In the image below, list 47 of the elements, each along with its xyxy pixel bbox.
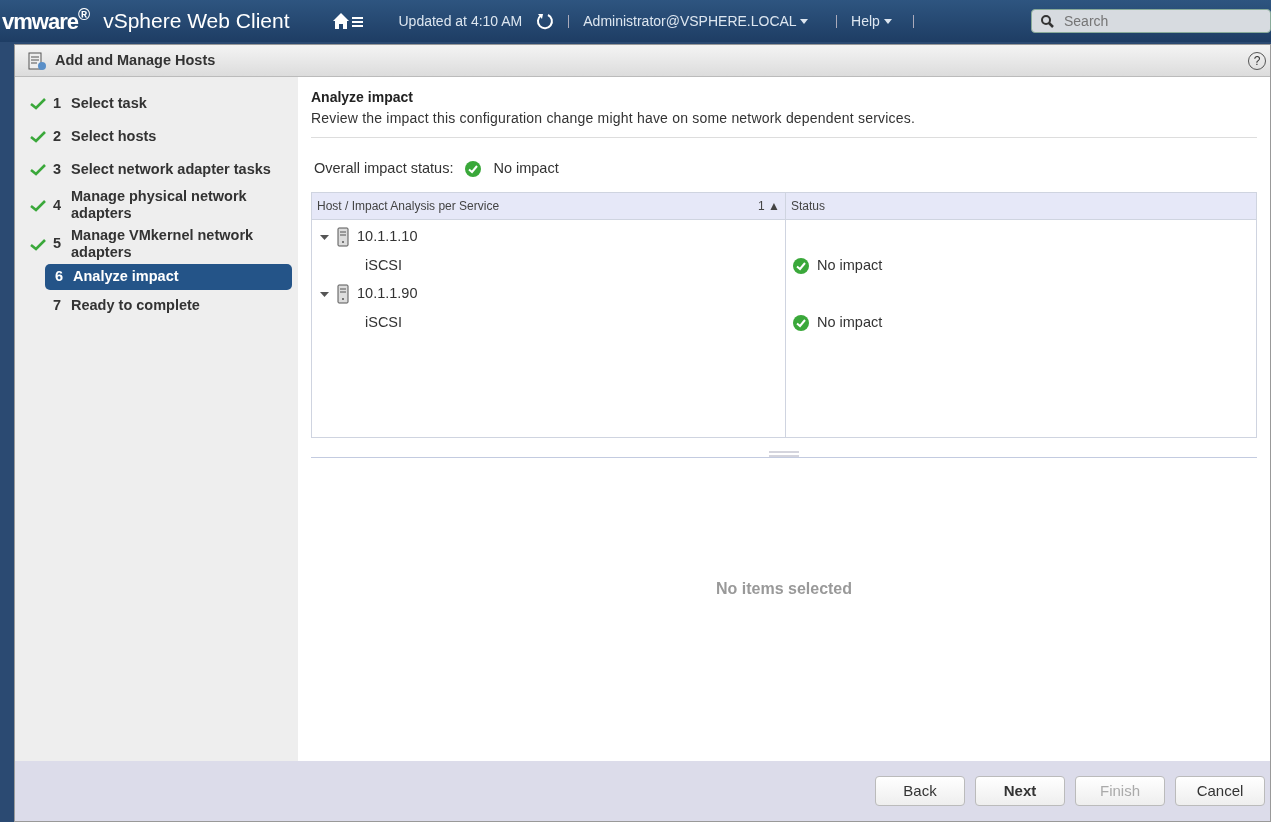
- wizard-button[interactable]: Cancel: [1175, 776, 1265, 806]
- search-icon: [1041, 15, 1054, 28]
- collapse-caret-icon[interactable]: [320, 232, 329, 242]
- service-name[interactable]: iSCSI: [365, 311, 403, 334]
- page-description: Review the impact this configuration change might have on some network dependent services.: [311, 108, 1257, 138]
- status-text: No impact: [817, 255, 883, 275]
- wizard-step[interactable]: 1 Select task: [23, 87, 292, 120]
- check-circle-icon: [465, 161, 482, 178]
- home-menu-icon[interactable]: [331, 12, 364, 30]
- user-menu[interactable]: Administrator@VSPHERE.LOCAL: [583, 10, 809, 32]
- page-heading: Analyze impact: [311, 88, 414, 107]
- wizard-button[interactable]: Back: [875, 776, 965, 806]
- splitter-handle[interactable]: [769, 450, 799, 457]
- product-name: vSphere Web Client: [103, 8, 290, 35]
- brand-logo: vmware$^{®}$: [2, 4, 90, 36]
- host-name[interactable]: 10.1.1.90: [357, 283, 418, 305]
- server-icon: [337, 227, 349, 247]
- overall-label: Overall impact status:: [314, 159, 454, 178]
- wizard-icon: [27, 50, 47, 71]
- checkmark-icon: [30, 163, 46, 176]
- refresh-icon[interactable]: [536, 12, 555, 30]
- wizard-step[interactable]: 6 Analyze impact: [45, 263, 292, 290]
- check-circle-icon: [793, 314, 809, 331]
- overall-status: No impact: [493, 159, 559, 178]
- wizard-step[interactable]: 2 Select hosts: [23, 120, 292, 153]
- wizard-step[interactable]: 7 Ready to complete: [23, 289, 292, 323]
- server-icon: [337, 284, 349, 304]
- search-field[interactable]: Search: [1031, 9, 1271, 33]
- checkmark-icon: [30, 198, 46, 212]
- updated-time: Updated at 4:10 AM: [398, 11, 523, 31]
- column-header[interactable]: Status: [786, 192, 1256, 220]
- check-circle-icon: [793, 257, 809, 274]
- dialog-title: Add and Manage Hosts: [55, 50, 216, 70]
- caret-icon: [883, 19, 892, 25]
- service-name[interactable]: iSCSI: [365, 254, 403, 277]
- checkmark-icon: [30, 130, 46, 143]
- empty-message: No items selected: [715, 579, 853, 600]
- help-menu[interactable]: Help: [851, 10, 892, 32]
- checkmark-icon: [30, 97, 46, 110]
- wizard-step[interactable]: 3 Select network adapter tasks: [23, 153, 292, 186]
- column-header[interactable]: Host / Impact Analysis per Service 1 ▲: [312, 192, 786, 220]
- status-text: No impact: [817, 312, 883, 332]
- collapse-caret-icon[interactable]: [320, 289, 329, 299]
- caret-icon: [800, 19, 809, 25]
- host-name[interactable]: 10.1.1.10: [357, 226, 418, 248]
- checkmark-icon: [30, 237, 46, 251]
- wizard-button[interactable]: Next: [975, 776, 1065, 806]
